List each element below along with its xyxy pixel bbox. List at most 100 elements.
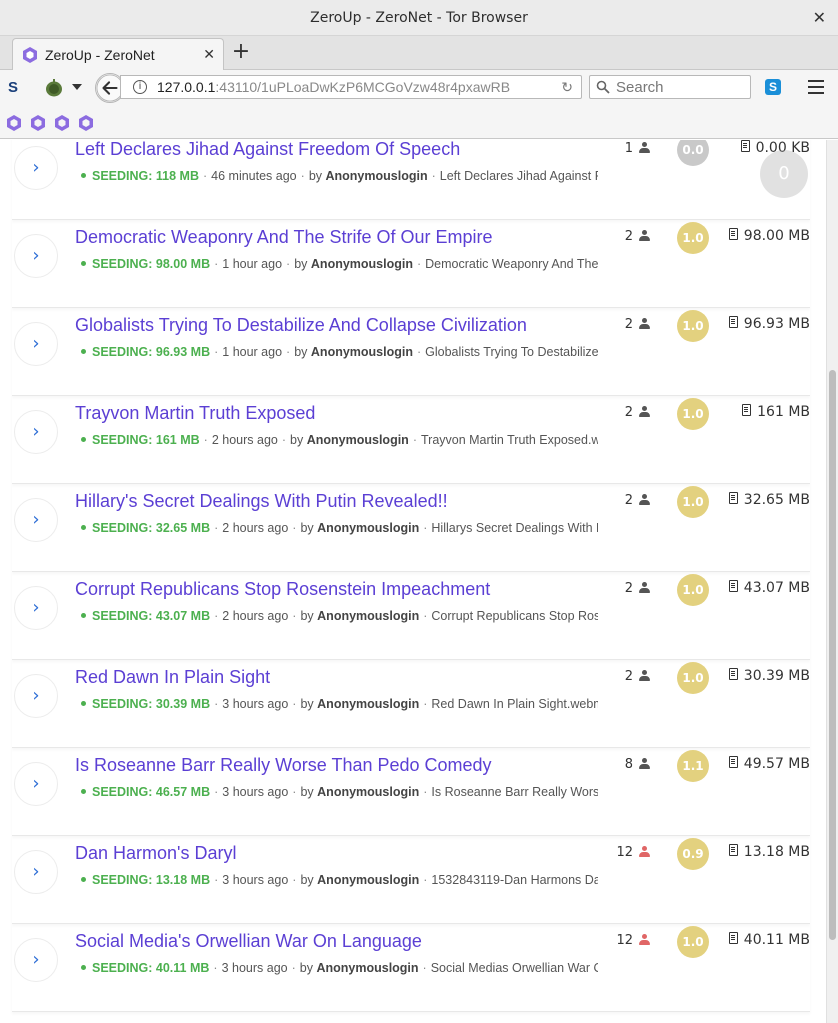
expand-chevron-icon[interactable]: › (14, 674, 58, 718)
file-meta: SEEDING: 161 MB · 2 hours ago · by Anonymous… (81, 433, 598, 447)
seeding-status: SEEDING: 46.57 MB (92, 785, 211, 799)
peer-count: 8 (625, 757, 650, 772)
expand-chevron-icon[interactable]: › (14, 410, 58, 454)
file-row[interactable]: › Red Dawn In Plain Sight SEEDING: 30.39 M… (12, 660, 810, 748)
search-input[interactable]: Search (589, 75, 751, 99)
noscript-s-icon[interactable]: S (8, 79, 26, 97)
file-title-link[interactable]: Dan Harmon's Daryl (75, 843, 236, 864)
bookmark-zeronet-icon[interactable] (7, 115, 21, 131)
file-name: 1532843119-Dan Harmons Daryl.webm (431, 873, 598, 887)
expand-chevron-icon[interactable]: › (14, 498, 58, 542)
peer-user-icon (639, 317, 650, 330)
file-row[interactable]: › Is Roseanne Barr Really Worse Than Pedo… (12, 748, 810, 836)
file-size-value: 40.11 MB (743, 932, 810, 948)
file-title-link[interactable]: Social Media's Orwellian War On Language (75, 931, 422, 952)
peer-count: 1 (625, 141, 650, 156)
author-name[interactable]: Anonymouslogin (307, 433, 409, 447)
author-name[interactable]: Anonymouslogin (317, 521, 419, 535)
seeding-status: SEEDING: 32.65 MB (92, 521, 211, 535)
author-name[interactable]: Anonymouslogin (316, 961, 418, 975)
file-title-link[interactable]: Democratic Weaponry And The Strife Of Ou… (75, 227, 493, 248)
file-title-link[interactable]: Is Roseanne Barr Really Worse Than Pedo … (75, 755, 492, 776)
expand-chevron-icon[interactable]: › (14, 850, 58, 894)
expand-chevron-icon[interactable]: › (14, 938, 58, 982)
author-name[interactable]: Anonymouslogin (317, 609, 419, 623)
expand-chevron-icon[interactable]: › (14, 762, 58, 806)
reload-icon[interactable]: ↻ (561, 79, 573, 96)
tor-menu-caret-icon[interactable] (72, 84, 82, 90)
file-row[interactable]: › Social Media's Orwellian War On Languag… (12, 924, 810, 1012)
file-size: 13.18 MB (728, 844, 810, 860)
file-size: 30.39 MB (728, 668, 810, 684)
expand-chevron-icon[interactable]: › (14, 146, 58, 190)
expand-chevron-icon[interactable]: › (14, 586, 58, 630)
expand-chevron-icon[interactable]: › (14, 322, 58, 366)
upload-time: 3 hours ago (222, 697, 289, 711)
new-tab-plus-icon[interactable]: + (228, 40, 254, 66)
seeding-status-dot-icon (81, 877, 86, 883)
peer-count: 12 (616, 933, 650, 948)
author-name[interactable]: Anonymouslogin (317, 785, 419, 799)
file-icon (742, 404, 752, 416)
author-name[interactable]: Anonymouslogin (311, 257, 413, 271)
tab-zeroup[interactable]: ZeroUp - ZeroNet ✕ (12, 38, 224, 70)
file-meta: SEEDING: 96.93 MB · 1 hour ago · by Anonymou… (81, 345, 598, 359)
tab-close-icon[interactable]: ✕ (203, 46, 215, 63)
seeding-status-dot-icon (81, 349, 86, 355)
author-name[interactable]: Anonymouslogin (317, 873, 419, 887)
scrollbar-thumb[interactable] (829, 370, 836, 940)
site-info-icon[interactable]: i (133, 80, 147, 94)
file-name: Globalists Trying To Destabilize (425, 345, 598, 359)
by-label: by (290, 433, 304, 447)
score-badge: 0.9 (677, 838, 709, 870)
seeding-status: SEEDING: 96.93 MB (92, 345, 211, 359)
skype-extension-icon[interactable]: S (765, 79, 781, 95)
menu-hamburger-icon[interactable] (808, 80, 824, 94)
file-size: 49.57 MB (728, 756, 810, 772)
tor-onion-icon[interactable] (44, 79, 64, 97)
url-bar[interactable]: i 127.0.0.1:43110/1uPLoaDwKzP6MCGoVzw48r… (120, 75, 582, 99)
seeding-status-dot-icon (81, 437, 86, 443)
file-title-link[interactable]: Hillary's Secret Dealings With Putin Rev… (75, 491, 448, 512)
window-close-icon[interactable]: ✕ (813, 8, 826, 27)
bookmark-zeronet-icon[interactable] (79, 115, 93, 131)
file-row[interactable]: › Globalists Trying To Destabilize And Co… (12, 308, 810, 396)
peer-user-icon (639, 493, 650, 506)
score-badge: 1.0 (677, 398, 709, 430)
peer-count-value: 2 (624, 493, 633, 508)
peer-count: 2 (625, 669, 650, 684)
file-row[interactable]: › Dan Harmon's Daryl SEEDING: 13.18 MB · 3 h… (12, 836, 810, 924)
file-row[interactable]: › Corrupt Republicans Stop Rosenstein Imp… (12, 572, 810, 660)
file-list: › Left Declares Jihad Against Freedom Of … (0, 140, 826, 1023)
upload-time: 3 hours ago (221, 961, 288, 975)
file-row[interactable]: › Trayvon Martin Truth Exposed SEEDING: 16… (12, 396, 810, 484)
file-size-value: 13.18 MB (743, 844, 810, 860)
window-title: ZeroUp - ZeroNet - Tor Browser (310, 9, 528, 26)
file-title-link[interactable]: Trayvon Martin Truth Exposed (75, 403, 315, 424)
bookmark-zeronet-icon[interactable] (31, 115, 45, 131)
notification-count-badge[interactable]: 0 (760, 150, 808, 198)
author-name[interactable]: Anonymouslogin (326, 169, 428, 183)
url-text[interactable]: 127.0.0.1:43110/1uPLoaDwKzP6MCGoVzw48r4p… (157, 79, 545, 95)
upload-time: 3 hours ago (222, 873, 289, 887)
by-label: by (299, 961, 313, 975)
expand-chevron-icon[interactable]: › (14, 234, 58, 278)
file-meta: SEEDING: 40.11 MB · 3 hours ago · by Anonymo… (81, 961, 598, 975)
tab-label: ZeroUp - ZeroNet (45, 46, 155, 63)
upload-time: 2 hours ago (211, 433, 278, 447)
upload-time: 2 hours ago (222, 521, 289, 535)
file-row[interactable]: › Left Declares Jihad Against Freedom Of … (12, 140, 810, 220)
file-name: Hillarys Secret Dealings With Putin (431, 521, 598, 535)
file-title-link[interactable]: Corrupt Republicans Stop Rosenstein Impe… (75, 579, 490, 600)
file-title-link[interactable]: Left Declares Jihad Against Freedom Of S… (75, 140, 460, 160)
file-name: Trayvon Martin Truth Exposed.webm (420, 433, 598, 447)
author-name[interactable]: Anonymouslogin (311, 345, 413, 359)
bookmark-zeronet-icon[interactable] (55, 115, 69, 131)
author-name[interactable]: Anonymouslogin (317, 697, 419, 711)
file-title-link[interactable]: Red Dawn In Plain Sight (75, 667, 270, 688)
peer-user-icon (639, 581, 650, 594)
upload-time: 3 hours ago (222, 785, 289, 799)
file-title-link[interactable]: Globalists Trying To Destabilize And Col… (75, 315, 527, 336)
file-row[interactable]: › Hillary's Secret Dealings With Putin Re… (12, 484, 810, 572)
file-row[interactable]: › Democratic Weaponry And The Strife Of O… (12, 220, 810, 308)
